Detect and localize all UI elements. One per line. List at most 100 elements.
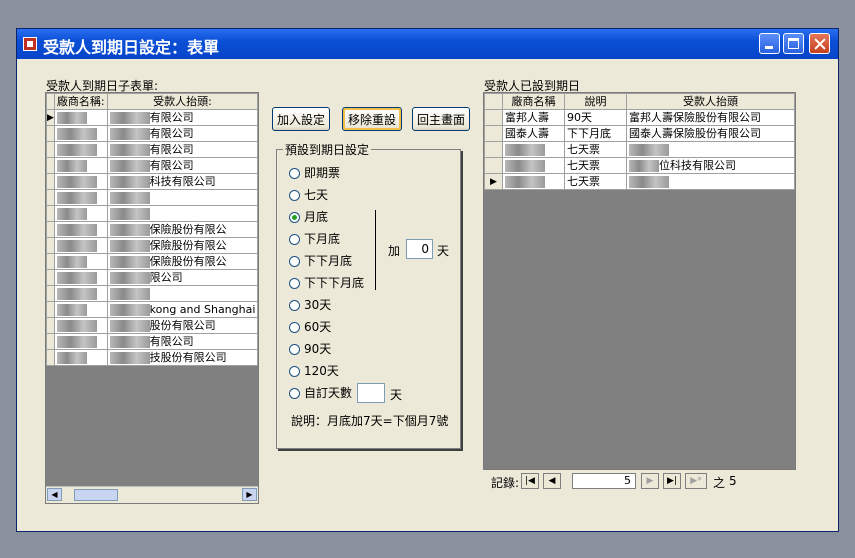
- horizontal-scrollbar[interactable]: ◀ ▶: [46, 486, 258, 503]
- desc-cell[interactable]: 90天: [564, 109, 627, 126]
- title-bar[interactable]: 受款人到期日設定：表單: [17, 29, 838, 59]
- table-row[interactable]: ▶ 有限公司: [46, 109, 258, 126]
- radio-option[interactable]: 下下下月底: [289, 276, 364, 290]
- payee-cell[interactable]: [106, 205, 258, 222]
- radio-icon[interactable]: [289, 366, 300, 377]
- radio-option[interactable]: 七天: [289, 188, 328, 202]
- vendor-cell[interactable]: [53, 141, 108, 158]
- row-selector[interactable]: [46, 141, 55, 158]
- vendor-cell[interactable]: [53, 205, 108, 222]
- table-row[interactable]: 國泰人壽 下下月底 國泰人壽保險股份有限公司: [484, 125, 795, 142]
- add-days-input[interactable]: 0: [406, 239, 433, 259]
- payee-cell[interactable]: 保險股份有限公: [106, 253, 258, 270]
- row-selector[interactable]: [46, 189, 55, 206]
- table-row[interactable]: 有限公司: [46, 141, 258, 158]
- row-selector[interactable]: [46, 333, 55, 350]
- column-header-vendor[interactable]: 廠商名稱:: [53, 93, 108, 110]
- vendor-cell[interactable]: [53, 189, 108, 206]
- next-record-icon[interactable]: ▶: [641, 473, 659, 489]
- table-row[interactable]: 七天票 位科技有限公司: [484, 157, 795, 174]
- scroll-thumb[interactable]: [74, 489, 118, 501]
- new-record-icon[interactable]: ▶*: [685, 473, 707, 489]
- table-row[interactable]: 保險股份有限公: [46, 237, 258, 254]
- table-row[interactable]: 保險股份有限公: [46, 221, 258, 238]
- maximize-button[interactable]: [783, 33, 804, 54]
- payee-cell[interactable]: 富邦人壽保險股份有限公司: [626, 109, 795, 126]
- row-selector[interactable]: [46, 157, 55, 174]
- last-record-icon[interactable]: ▶|: [663, 473, 681, 489]
- radio-icon[interactable]: [289, 190, 300, 201]
- radio-option[interactable]: 下月底: [289, 232, 340, 246]
- minimize-button[interactable]: [759, 33, 780, 54]
- desc-cell[interactable]: 七天票: [564, 173, 627, 190]
- row-selector[interactable]: [46, 317, 55, 334]
- radio-option[interactable]: 90天: [289, 342, 331, 356]
- vendor-cell[interactable]: [53, 237, 108, 254]
- payee-cell[interactable]: kong and Shanghai: [106, 301, 258, 318]
- table-row[interactable]: 科技有限公司: [46, 173, 258, 190]
- payee-cell[interactable]: 技股份有限公司: [106, 349, 258, 366]
- payee-subform-grid[interactable]: 廠商名稱: 受款人抬頭: ▶ 有限公司 有限公司 有限公司 有限公司 科技有限公司 保險股份…: [45, 92, 259, 504]
- table-row[interactable]: 七天票: [484, 141, 795, 158]
- remove-reset-button[interactable]: 移除重設: [342, 107, 402, 131]
- radio-icon[interactable]: [289, 300, 300, 311]
- payee-cell[interactable]: 限公司: [106, 269, 258, 286]
- radio-icon[interactable]: [289, 168, 300, 179]
- row-selector[interactable]: ▶: [484, 173, 503, 190]
- table-row[interactable]: 股份有限公司: [46, 317, 258, 334]
- radio-option[interactable]: 即期票: [289, 166, 340, 180]
- row-selector[interactable]: [484, 109, 503, 126]
- payee-cell[interactable]: 有限公司: [106, 333, 258, 350]
- home-button[interactable]: 回主畫面: [412, 107, 470, 131]
- record-number-input[interactable]: 5: [572, 473, 636, 489]
- vendor-cell[interactable]: [53, 125, 108, 142]
- vendor-cell[interactable]: [53, 269, 108, 286]
- table-row[interactable]: 有限公司: [46, 333, 258, 350]
- row-selector[interactable]: [484, 141, 503, 158]
- column-header-payee[interactable]: 受款人抬頭: [626, 93, 795, 110]
- radio-option[interactable]: 60天: [289, 320, 331, 334]
- vendor-cell[interactable]: [53, 253, 108, 270]
- vendor-cell[interactable]: [53, 157, 108, 174]
- close-button[interactable]: [809, 33, 830, 54]
- payee-cell[interactable]: 有限公司: [106, 125, 258, 142]
- payee-cell[interactable]: [106, 285, 258, 302]
- scroll-left-icon[interactable]: ◀: [47, 488, 62, 501]
- desc-cell[interactable]: 七天票: [564, 157, 627, 174]
- row-selector[interactable]: [46, 125, 55, 142]
- row-selector[interactable]: [46, 205, 55, 222]
- radio-icon[interactable]: [289, 256, 300, 267]
- table-row[interactable]: 有限公司: [46, 157, 258, 174]
- radio-icon[interactable]: [289, 322, 300, 333]
- row-selector[interactable]: ▶: [46, 109, 55, 126]
- table-row[interactable]: 限公司: [46, 269, 258, 286]
- payee-cell[interactable]: [626, 141, 795, 158]
- table-row[interactable]: [46, 205, 258, 222]
- vendor-cell[interactable]: [53, 221, 108, 238]
- vendor-cell[interactable]: [53, 109, 108, 126]
- vendor-cell[interactable]: [53, 333, 108, 350]
- vendor-cell[interactable]: [53, 349, 108, 366]
- table-row[interactable]: [46, 189, 258, 206]
- table-row[interactable]: kong and Shanghai: [46, 301, 258, 318]
- payee-cell[interactable]: 有限公司: [106, 157, 258, 174]
- radio-option[interactable]: 30天: [289, 298, 331, 312]
- payee-cell[interactable]: [626, 173, 795, 190]
- payee-cell[interactable]: 有限公司: [106, 141, 258, 158]
- table-row[interactable]: 有限公司: [46, 125, 258, 142]
- payee-cell[interactable]: 國泰人壽保險股份有限公司: [626, 125, 795, 142]
- payee-cell[interactable]: 保險股份有限公: [106, 237, 258, 254]
- add-setting-button[interactable]: 加入設定: [272, 107, 330, 131]
- row-selector[interactable]: [46, 221, 55, 238]
- custom-days-input[interactable]: [357, 383, 385, 403]
- radio-icon[interactable]: [289, 344, 300, 355]
- table-row[interactable]: 富邦人壽 90天 富邦人壽保險股份有限公司: [484, 109, 795, 126]
- payee-cell[interactable]: [106, 189, 258, 206]
- radio-option[interactable]: 下下月底: [289, 254, 352, 268]
- desc-cell[interactable]: 七天票: [564, 141, 627, 158]
- payee-cell[interactable]: 位科技有限公司: [626, 157, 795, 174]
- payee-cell[interactable]: 科技有限公司: [106, 173, 258, 190]
- vendor-cell[interactable]: [502, 157, 565, 174]
- radio-checked-icon[interactable]: [289, 212, 300, 223]
- column-header-payee[interactable]: 受款人抬頭:: [106, 93, 258, 110]
